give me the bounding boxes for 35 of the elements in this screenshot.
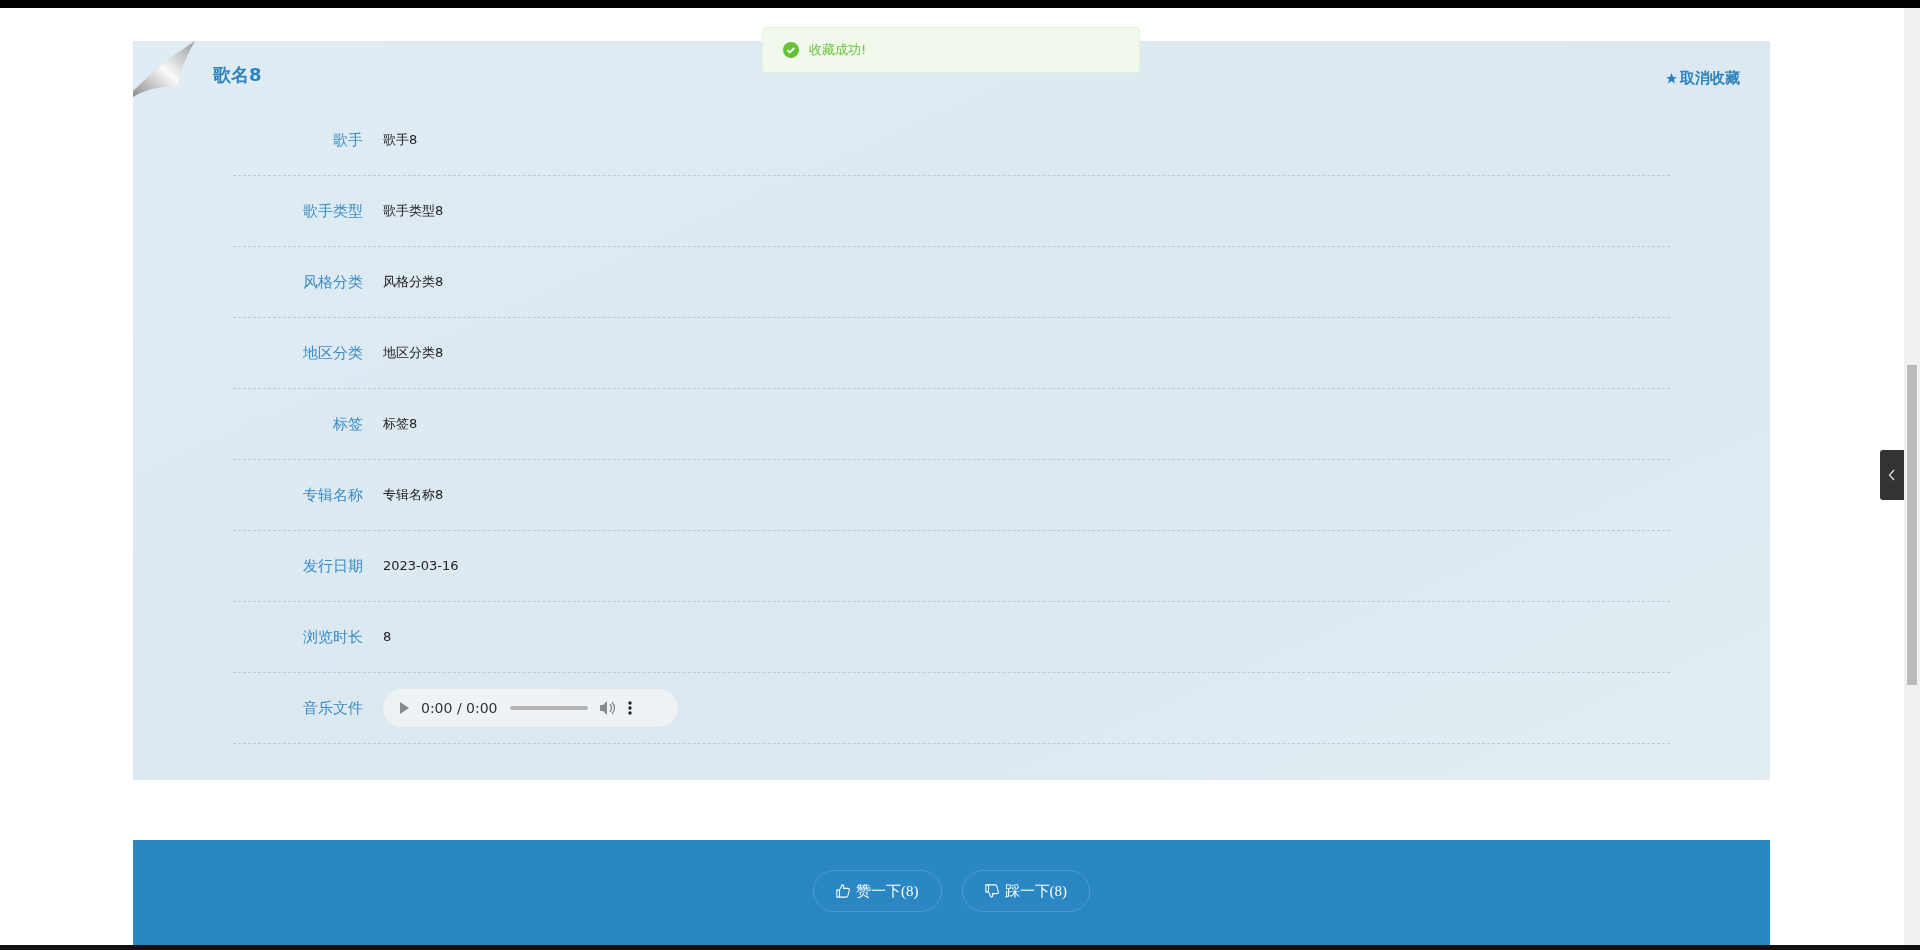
field-label: 地区分类	[302, 342, 363, 364]
more-options-icon[interactable]	[627, 701, 632, 715]
unfavorite-link[interactable]: 取消收藏	[1665, 67, 1740, 90]
field-label: 歌手类型	[302, 200, 363, 222]
collapse-tab[interactable]	[1880, 450, 1904, 500]
field-label: 歌手	[332, 129, 363, 151]
field-label: 发行日期	[302, 555, 363, 577]
time-display: 0:00 / 0:00	[421, 698, 498, 718]
song-title: 歌名8	[213, 64, 262, 85]
field-label: 浏览时长	[302, 626, 363, 648]
field-value: 地区分类8	[383, 344, 444, 363]
play-icon[interactable]	[399, 702, 409, 714]
field-label: 专辑名称	[302, 484, 363, 506]
star-icon	[1665, 71, 1678, 85]
audio-player[interactable]: 0:00 / 0:00	[383, 689, 678, 727]
field-value: 8	[383, 628, 392, 647]
seek-bar[interactable]	[509, 706, 588, 710]
check-circle-icon	[783, 42, 799, 58]
scrollbar[interactable]	[1904, 8, 1920, 945]
field-value: 歌手8	[383, 131, 418, 150]
thumbs-down-icon	[984, 884, 999, 898]
field-value: 2023-03-16	[383, 557, 459, 576]
page-curl-drawing	[133, 41, 195, 97]
volume-icon[interactable]	[599, 701, 616, 715]
field-value: 歌手类型8	[383, 202, 444, 221]
field-label: 标签	[332, 413, 363, 435]
field-label: 音乐文件	[302, 697, 363, 719]
field-value: 专辑名称8	[383, 486, 444, 505]
field-value: 风格分类8	[383, 273, 444, 292]
chevron-left-icon	[1888, 469, 1896, 481]
thumbs-up-icon	[836, 884, 850, 898]
toast-message: 收藏成功!	[809, 41, 867, 60]
scrollbar-thumb[interactable]	[1907, 365, 1917, 685]
field-label: 风格分类	[302, 271, 363, 293]
field-value: 标签8	[383, 415, 418, 434]
